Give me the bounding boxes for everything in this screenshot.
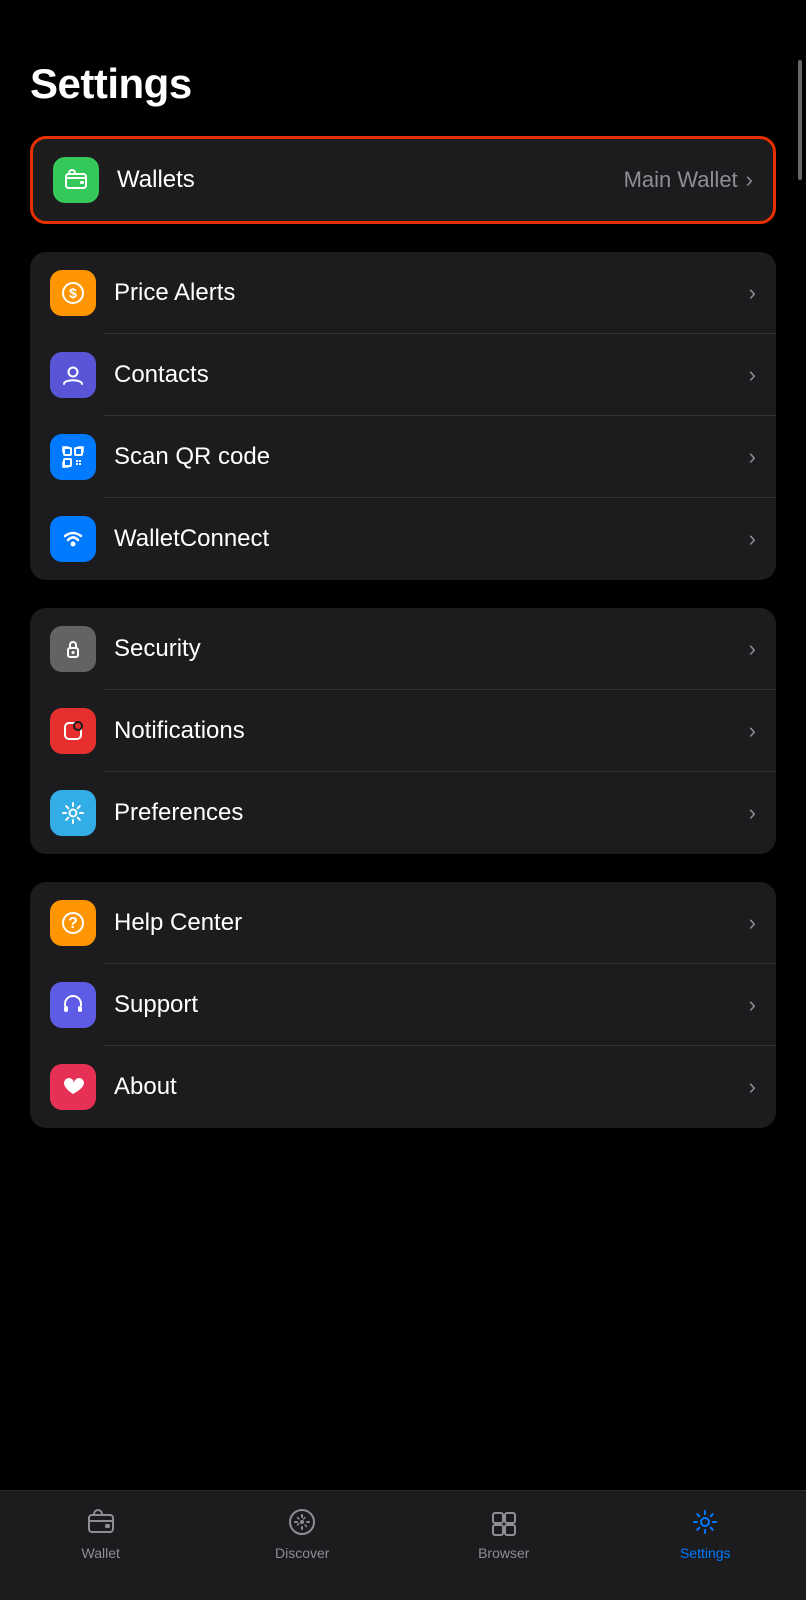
browser-tab-icon (487, 1505, 521, 1539)
support-icon (50, 982, 96, 1028)
settings-tab-icon (688, 1505, 722, 1539)
svg-text:$: $ (69, 285, 77, 301)
security-label: Security (114, 635, 749, 663)
scan-qr-chevron: › (749, 444, 756, 470)
wallet-tab-icon (84, 1505, 118, 1539)
about-label: About (114, 1073, 749, 1101)
wallet-connect-chevron: › (749, 526, 756, 552)
notifications-chevron: › (749, 718, 756, 744)
tab-browser[interactable]: Browser (403, 1505, 605, 1561)
help-center-item[interactable]: ? Help Center › (30, 882, 776, 964)
notifications-icon (50, 708, 96, 754)
scan-qr-icon (50, 434, 96, 480)
svg-text:?: ? (68, 915, 78, 932)
scrollbar (798, 60, 802, 180)
contacts-chevron: › (749, 362, 756, 388)
contacts-icon (50, 352, 96, 398)
notifications-item[interactable]: Notifications › (30, 690, 776, 772)
tab-wallet[interactable]: Wallet (0, 1505, 202, 1561)
scan-qr-label: Scan QR code (114, 443, 749, 471)
help-center-label: Help Center (114, 909, 749, 937)
wallets-value: Main Wallet (624, 167, 738, 193)
wallet-icon (53, 157, 99, 203)
price-alerts-item[interactable]: $ Price Alerts › (30, 252, 776, 334)
tab-bar: Wallet Discover Browser (0, 1490, 806, 1600)
help-center-chevron: › (749, 910, 756, 936)
tab-wallet-label: Wallet (82, 1545, 120, 1561)
group2: Security › Notifications › Preferences › (30, 608, 776, 854)
security-item[interactable]: Security › (30, 608, 776, 690)
discover-tab-icon (285, 1505, 319, 1539)
tab-settings[interactable]: Settings (605, 1505, 806, 1561)
wallet-connect-item[interactable]: WalletConnect › (30, 498, 776, 580)
price-alerts-icon: $ (50, 270, 96, 316)
support-item[interactable]: Support › (30, 964, 776, 1046)
tab-settings-label: Settings (680, 1545, 731, 1561)
wallet-connect-icon (50, 516, 96, 562)
contacts-item[interactable]: Contacts › (30, 334, 776, 416)
preferences-icon (50, 790, 96, 836)
security-icon (50, 626, 96, 672)
price-alerts-chevron: › (749, 280, 756, 306)
notifications-label: Notifications (114, 717, 749, 745)
preferences-item[interactable]: Preferences › (30, 772, 776, 854)
wallet-connect-label: WalletConnect (114, 525, 749, 553)
scan-qr-item[interactable]: Scan QR code › (30, 416, 776, 498)
support-label: Support (114, 991, 749, 1019)
group3: ? Help Center › Support › (30, 882, 776, 1128)
tab-discover-label: Discover (275, 1545, 329, 1561)
about-chevron: › (749, 1074, 756, 1100)
help-center-icon: ? (50, 900, 96, 946)
contacts-label: Contacts (114, 361, 749, 389)
wallets-menu-item[interactable]: Wallets Main Wallet › (33, 139, 773, 221)
price-alerts-label: Price Alerts (114, 279, 749, 307)
tab-discover[interactable]: Discover (202, 1505, 404, 1561)
group1: $ Price Alerts › Contacts › (30, 252, 776, 580)
tab-browser-label: Browser (478, 1545, 529, 1561)
about-item[interactable]: About › (30, 1046, 776, 1128)
settings-page: Settings Wallets Main Wallet › $ (0, 0, 806, 1276)
about-icon (50, 1064, 96, 1110)
wallets-label: Wallets (117, 166, 624, 194)
wallets-chevron: › (746, 167, 753, 193)
security-chevron: › (749, 636, 756, 662)
preferences-label: Preferences (114, 799, 749, 827)
page-title: Settings (30, 60, 776, 108)
support-chevron: › (749, 992, 756, 1018)
preferences-chevron: › (749, 800, 756, 826)
wallets-section[interactable]: Wallets Main Wallet › (30, 136, 776, 224)
